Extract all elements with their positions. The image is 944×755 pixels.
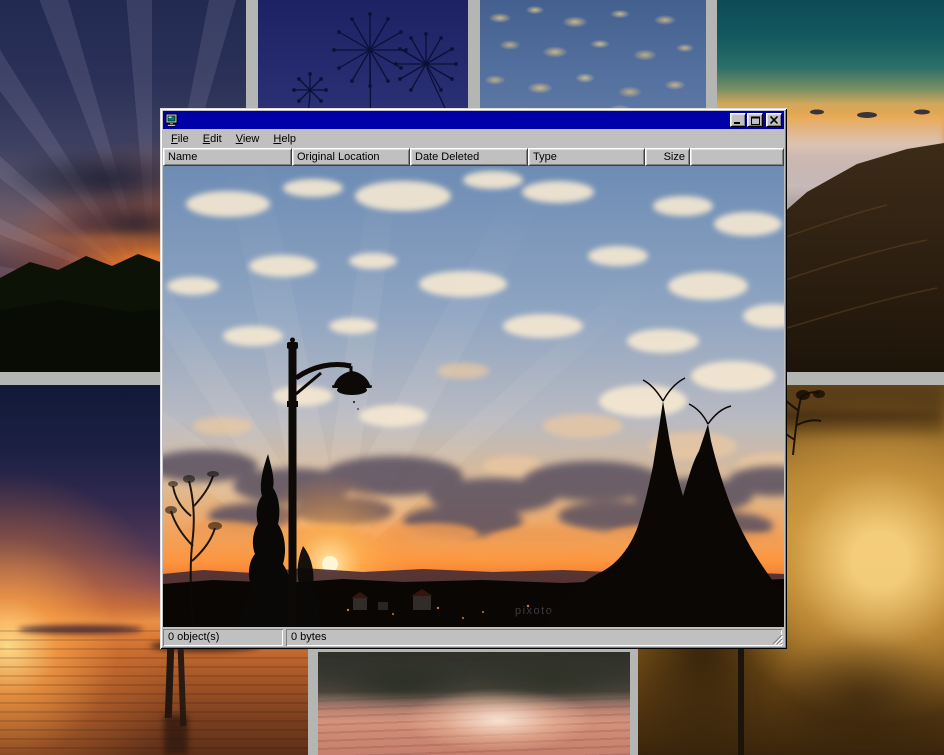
sunset-photo: pixoto bbox=[163, 166, 784, 627]
resize-grip-icon[interactable] bbox=[771, 633, 783, 645]
column-header-spacer bbox=[690, 148, 784, 166]
menu-file[interactable]: File bbox=[164, 131, 196, 147]
column-header-name[interactable]: Name bbox=[163, 148, 292, 166]
recycle-bin-window: File Edit View Help Name Original Locati… bbox=[160, 108, 787, 649]
title-bar[interactable] bbox=[163, 111, 784, 129]
maximize-icon bbox=[751, 116, 760, 125]
tree-reflection-shape bbox=[328, 660, 478, 706]
pole-silhouette bbox=[738, 648, 744, 755]
minimize-button[interactable] bbox=[730, 113, 746, 127]
column-header-size[interactable]: Size bbox=[645, 148, 690, 166]
maximize-button[interactable] bbox=[747, 113, 763, 127]
computer-icon bbox=[165, 113, 181, 128]
menu-view[interactable]: View bbox=[229, 131, 267, 147]
blurred-foreground-shape bbox=[768, 635, 944, 755]
wallpaper-tile-pink-water-reflection bbox=[318, 652, 630, 755]
close-button[interactable] bbox=[766, 113, 782, 127]
menu-edit[interactable]: Edit bbox=[196, 131, 229, 147]
status-bytes: 0 bytes bbox=[286, 629, 782, 646]
horizon-cloud-streak bbox=[18, 625, 143, 634]
column-header-row: Name Original Location Date Deleted Type… bbox=[163, 148, 784, 166]
status-objects: 0 object(s) bbox=[163, 629, 283, 646]
menu-help[interactable]: Help bbox=[266, 131, 303, 147]
status-bar: 0 object(s) 0 bytes bbox=[163, 629, 784, 646]
file-list-area[interactable]: pixoto bbox=[163, 166, 784, 627]
column-header-date-deleted[interactable]: Date Deleted bbox=[410, 148, 528, 166]
photo-watermark: pixoto bbox=[515, 605, 553, 617]
menu-bar: File Edit View Help bbox=[163, 129, 784, 148]
close-icon bbox=[770, 116, 778, 124]
tree-reflection-shape bbox=[468, 652, 630, 704]
post-reflection bbox=[164, 715, 188, 755]
column-header-type[interactable]: Type bbox=[528, 148, 645, 166]
column-header-original-location[interactable]: Original Location bbox=[292, 148, 410, 166]
minimize-icon bbox=[734, 116, 742, 125]
